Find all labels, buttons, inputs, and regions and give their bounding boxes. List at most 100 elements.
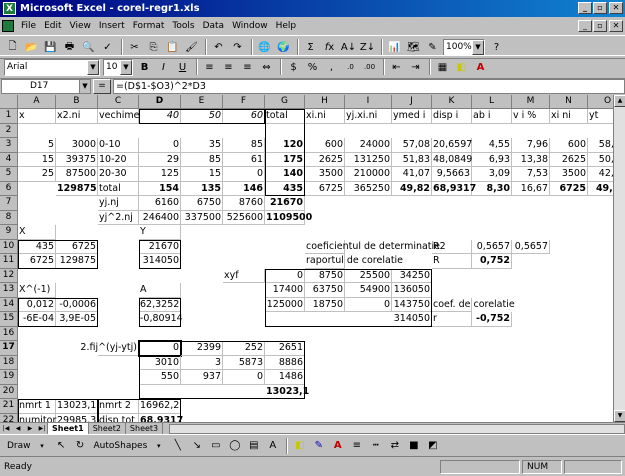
cell-g3[interactable]: 120 [265, 138, 305, 153]
cell-d14[interactable]: 62,3252 [139, 297, 181, 312]
minimize-button[interactable]: _ [578, 2, 592, 14]
cell-d7[interactable]: 6160 [139, 196, 181, 211]
cell-j3[interactable]: 57,08 [392, 138, 432, 153]
cell-d21[interactable]: 16962,2 [139, 399, 181, 414]
sort-descending-icon[interactable]: Z↓ [359, 39, 376, 56]
column-header-b[interactable]: B [56, 95, 98, 109]
cell-i3[interactable]: 24000 [345, 138, 392, 153]
cell-b21[interactable]: 13023,1 [56, 399, 98, 414]
cell-d13[interactable]: A [139, 283, 181, 298]
cell-g17[interactable]: 2651 [265, 341, 305, 356]
column-header-j[interactable]: J [392, 95, 432, 109]
row-header-17[interactable]: 17 [0, 341, 18, 356]
cell-k1[interactable]: disp i [432, 109, 472, 124]
help-icon[interactable]: ? [488, 39, 505, 56]
fill-color-icon[interactable]: ◧ [453, 59, 470, 76]
cell-a14[interactable]: 0,012 [18, 297, 56, 312]
doc-restore-button[interactable]: ▫ [593, 20, 607, 32]
cell-k11[interactable]: R [432, 254, 472, 269]
cell-l1[interactable]: ab i [472, 109, 512, 124]
column-header-m[interactable]: M [512, 95, 550, 109]
decrease-decimal-icon[interactable]: .00 [361, 59, 378, 76]
cell-c3[interactable]: 0-10 [98, 138, 139, 153]
redo-icon[interactable]: ↷ [229, 39, 246, 56]
cell-d4[interactable]: 29 [139, 152, 181, 167]
cell-e17[interactable]: 2399 [181, 341, 223, 356]
cell-a10[interactable]: 435 [18, 239, 56, 254]
cell-g6[interactable]: 435 [265, 181, 305, 196]
cell-l11[interactable]: 0,752 [472, 254, 512, 269]
row-header-20[interactable]: 20 [0, 384, 18, 399]
scroll-down-icon[interactable]: ▼ [614, 410, 625, 422]
menu-view[interactable]: View [66, 21, 95, 31]
column-header-f[interactable]: F [223, 95, 265, 109]
cell-g13[interactable]: 17400 [265, 283, 305, 298]
row-header-3[interactable]: 3 [0, 138, 18, 153]
cell-m4[interactable]: 13,38 [512, 152, 550, 167]
cell-c21[interactable]: nmrt 2 [98, 399, 139, 414]
cut-icon[interactable]: ✂ [126, 39, 143, 56]
cell-l6[interactable]: 8,30 [472, 181, 512, 196]
cell-k14[interactable]: coef. de corelatie [432, 297, 515, 312]
tab-sheet3[interactable]: Sheet3 [124, 422, 164, 435]
shadow-icon[interactable]: ■ [405, 437, 422, 454]
cell-m3[interactable]: 7,96 [512, 138, 550, 153]
cell-e1[interactable]: 50 [181, 109, 223, 124]
cell-e5[interactable]: 15 [181, 167, 223, 182]
doc-minimize-button[interactable]: _ [578, 20, 592, 32]
tab-first-icon[interactable]: |◀ [0, 423, 12, 434]
save-icon[interactable]: 💾 [42, 39, 59, 56]
cell-m6[interactable]: 16,67 [512, 181, 550, 196]
select-all-corner[interactable] [0, 95, 18, 109]
cell-b10[interactable]: 6725 [56, 239, 98, 254]
cell-c7[interactable]: yj.nj [98, 196, 139, 211]
percent-icon[interactable]: % [304, 59, 321, 76]
cell-i4[interactable]: 131250 [345, 152, 392, 167]
autoshapes-dropdown-icon[interactable]: ▾ [150, 437, 167, 454]
cell-b3[interactable]: 3000 [56, 138, 98, 153]
cell-b15[interactable]: 3,9E-05 [56, 312, 98, 327]
cell-h11[interactable]: raportul de corelatie [305, 254, 403, 269]
cell-g1[interactable]: total [265, 109, 305, 124]
cell-i12[interactable]: 25500 [345, 268, 392, 283]
wordart-icon[interactable]: A [264, 437, 281, 454]
draw-dropdown-icon[interactable]: ▾ [34, 437, 51, 454]
font-size-select[interactable]: 10 ▼ [103, 58, 133, 76]
print-preview-icon[interactable]: 🔍 [80, 39, 97, 56]
row-header-9[interactable]: 9 [0, 225, 18, 240]
increase-indent-icon[interactable]: ⇥ [407, 59, 424, 76]
cell-d22[interactable]: 68,9317 [139, 413, 183, 422]
column-header-d[interactable]: D [139, 95, 181, 109]
cell-c1[interactable]: vechime [98, 109, 139, 124]
cell-b1[interactable]: x2.ni [56, 109, 98, 124]
web-toolbar-icon[interactable]: 🌍 [275, 39, 292, 56]
column-header-i[interactable]: I [345, 95, 392, 109]
cell-f4[interactable]: 61 [223, 152, 265, 167]
menu-file[interactable]: File [17, 21, 40, 31]
cell-c8[interactable]: yj^2.nj [98, 210, 139, 225]
cell-m10[interactable]: 0,5657 [512, 239, 550, 254]
row-header-1[interactable]: 1 [0, 109, 18, 124]
cell-a15[interactable]: -6E-04 [18, 312, 56, 327]
column-header-o[interactable]: O [588, 95, 613, 109]
paste-icon[interactable]: 📋 [164, 39, 181, 56]
font-color-icon[interactable]: A [472, 59, 489, 76]
cell-g5[interactable]: 140 [265, 167, 305, 182]
cell-f18[interactable]: 5873 [223, 355, 265, 370]
spelling-icon[interactable]: ✓ [99, 39, 116, 56]
rectangle-icon[interactable]: ▭ [207, 437, 224, 454]
cell-i6[interactable]: 365250 [345, 181, 392, 196]
row-header-19[interactable]: 19 [0, 370, 18, 385]
row-header-15[interactable]: 15 [0, 312, 18, 327]
cell-j12[interactable]: 34250 [392, 268, 432, 283]
cell-d8[interactable]: 246400 [139, 210, 181, 225]
new-icon[interactable]: 🗋 [4, 39, 21, 56]
comma-icon[interactable]: , [323, 59, 340, 76]
currency-icon[interactable]: $ [285, 59, 302, 76]
draw-fill-color-icon[interactable]: ◧ [291, 437, 308, 454]
row-header-2[interactable]: 2 [0, 123, 18, 138]
cell-o4[interactable]: 50,19 [588, 153, 613, 167]
cell-h10[interactable]: coeficientul de determinatie [305, 239, 440, 254]
cell-d1[interactable]: 40 [139, 109, 181, 124]
cell-f12[interactable]: xyf [223, 268, 265, 283]
